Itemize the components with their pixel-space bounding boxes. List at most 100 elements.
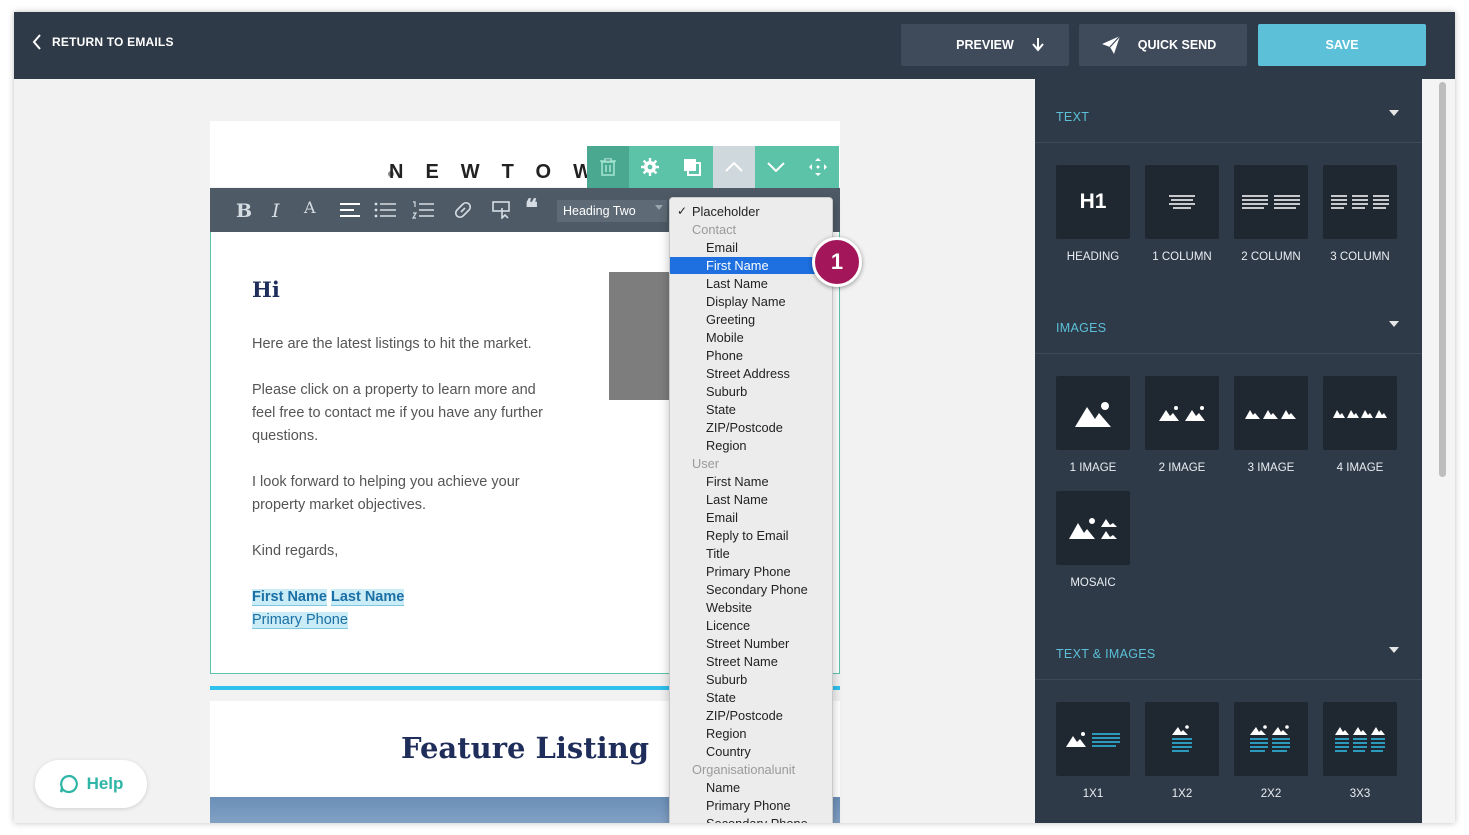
dropdown-option[interactable]: Greeting <box>670 311 832 328</box>
tile-3-column[interactable] <box>1323 165 1397 239</box>
dropdown-option[interactable]: Reply to Email <box>670 527 832 544</box>
text-color-icon[interactable]: A <box>304 198 316 217</box>
move-up-button[interactable] <box>713 146 755 188</box>
duplicate-block-button[interactable] <box>671 146 713 188</box>
tile-2-column[interactable] <box>1234 165 1308 239</box>
section-title-images[interactable]: IMAGES <box>1056 321 1106 335</box>
caret-down-icon[interactable] <box>1389 110 1399 116</box>
tile-mosaic[interactable] <box>1056 491 1130 565</box>
dropdown-option[interactable]: Mobile <box>670 329 832 346</box>
dropdown-option[interactable]: Licence <box>670 617 832 634</box>
button-insert-icon[interactable] <box>492 201 512 219</box>
dropdown-option[interactable]: Display Name <box>670 293 832 310</box>
dropdown-option[interactable]: Phone <box>670 347 832 364</box>
dropdown-option[interactable]: Primary Phone <box>670 563 832 580</box>
image-text-2x2-icon <box>1250 725 1290 752</box>
dropdown-option[interactable]: Last Name <box>670 275 832 292</box>
image-placeholder[interactable] <box>609 272 673 400</box>
three-images-icon <box>1245 410 1296 419</box>
primary-phone-tag[interactable]: Primary Phone <box>252 612 348 629</box>
dropdown-option[interactable]: Secondary Phone <box>670 815 832 823</box>
bold-icon[interactable]: B <box>236 200 252 222</box>
first-name-tag[interactable]: First Name <box>252 589 327 606</box>
h1-icon: H1 <box>1079 190 1107 213</box>
gear-icon <box>641 158 659 176</box>
tile-1-column[interactable] <box>1145 165 1219 239</box>
chat-bubble-icon <box>59 774 78 794</box>
preview-label: PREVIEW <box>956 38 1014 52</box>
duplicate-icon <box>684 159 701 176</box>
move-down-button[interactable] <box>755 146 797 188</box>
help-label: Help <box>86 774 124 793</box>
return-to-emails-link[interactable]: RETURN TO EMAILS <box>32 34 174 50</box>
quote-icon[interactable]: ❝ <box>525 193 538 222</box>
caret-down-icon[interactable] <box>1389 647 1399 653</box>
dropdown-option[interactable]: Region <box>670 437 832 454</box>
dropdown-option[interactable]: Street Address <box>670 365 832 382</box>
mosaic-icon <box>1069 518 1117 539</box>
dropdown-option[interactable]: Country <box>670 743 832 760</box>
delete-block-button[interactable] <box>587 146 629 188</box>
section-title-text[interactable]: TEXT <box>1056 110 1089 124</box>
placeholder-dropdown[interactable]: ✓ Placeholder Contact Email First Name L… <box>669 197 833 823</box>
four-images-icon <box>1333 410 1387 418</box>
dropdown-option[interactable]: Suburb <box>670 383 832 400</box>
heading-style-select[interactable]: Heading Two <box>557 200 667 222</box>
save-button[interactable]: SAVE <box>1258 24 1426 66</box>
tile-3-image[interactable] <box>1234 376 1308 450</box>
tile-heading[interactable]: H1 <box>1056 165 1130 239</box>
section-title-text-images[interactable]: TEXT & IMAGES <box>1056 647 1156 661</box>
save-label: SAVE <box>1325 38 1359 52</box>
dropdown-option[interactable]: Secondary Phone <box>670 581 832 598</box>
help-button[interactable]: Help <box>35 760 147 808</box>
dropdown-option[interactable]: Name <box>670 779 832 796</box>
link-icon[interactable] <box>452 200 474 220</box>
image-text-1x1-icon <box>1066 732 1120 747</box>
dropdown-option-selected[interactable]: First Name <box>670 257 832 274</box>
align-left-icon[interactable] <box>340 202 360 218</box>
dropdown-option[interactable]: ZIP/Postcode <box>670 419 832 436</box>
tile-label: MOSAIC <box>1070 577 1116 589</box>
tile-label: HEADING <box>1066 251 1120 263</box>
last-name-tag[interactable]: Last Name <box>330 589 405 606</box>
dropdown-option[interactable]: ZIP/Postcode <box>670 707 832 724</box>
panel-scrollbar-thumb[interactable] <box>1439 82 1446 477</box>
drag-block-handle[interactable] <box>797 146 839 188</box>
download-arrow-icon <box>1032 38 1044 52</box>
dropdown-option[interactable]: Street Name <box>670 653 832 670</box>
dropdown-option[interactable]: Email <box>670 509 832 526</box>
dropdown-option[interactable]: State <box>670 689 832 706</box>
dropdown-option[interactable]: Primary Phone <box>670 797 832 814</box>
dropdown-option[interactable]: Email <box>670 239 832 256</box>
dropdown-option[interactable]: First Name <box>670 473 832 490</box>
italic-icon[interactable]: I <box>272 200 280 222</box>
tile-label: 1 IMAGE <box>1069 462 1117 474</box>
tile-1-image[interactable] <box>1056 376 1130 450</box>
dropdown-option[interactable]: State <box>670 401 832 418</box>
tile-3x3[interactable] <box>1323 702 1397 776</box>
tile-2x2[interactable] <box>1234 702 1308 776</box>
image-text-3x3-icon <box>1335 727 1385 752</box>
quick-send-button[interactable]: QUICK SEND <box>1079 24 1247 66</box>
dropdown-option[interactable]: Title <box>670 545 832 562</box>
caret-down-icon[interactable] <box>1389 321 1399 327</box>
dropdown-group-organisationalunit: Organisationalunit <box>692 762 796 777</box>
dropdown-option[interactable]: Website <box>670 599 832 616</box>
tile-4-image[interactable] <box>1323 376 1397 450</box>
quick-send-label: QUICK SEND <box>1137 38 1217 52</box>
dropdown-option[interactable]: Region <box>670 725 832 742</box>
dropdown-header[interactable]: ✓ Placeholder <box>670 203 832 220</box>
chevron-left-icon <box>32 34 41 50</box>
two-column-icon <box>1242 195 1300 209</box>
block-settings-button[interactable] <box>629 146 671 188</box>
bullet-list-icon[interactable] <box>374 202 396 218</box>
dropdown-option[interactable]: Last Name <box>670 491 832 508</box>
numbered-list-icon[interactable] <box>412 201 434 219</box>
preview-button[interactable]: PREVIEW <box>901 24 1069 66</box>
dropdown-group-contact: Contact <box>692 222 737 237</box>
tile-2-image[interactable] <box>1145 376 1219 450</box>
dropdown-option[interactable]: Suburb <box>670 671 832 688</box>
dropdown-option[interactable]: Street Number <box>670 635 832 652</box>
tile-1x2[interactable] <box>1145 702 1219 776</box>
tile-1x1[interactable] <box>1056 702 1130 776</box>
